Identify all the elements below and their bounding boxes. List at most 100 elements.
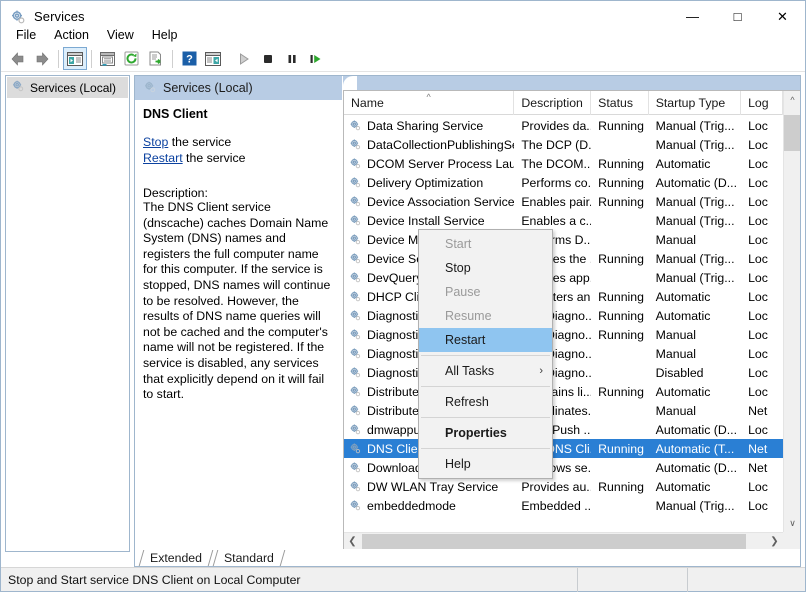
service-name: Device Association Service <box>367 194 515 209</box>
cell-status: Running <box>598 156 644 171</box>
table-row[interactable]: DNS ClientThe DNS Cli...RunningAutomatic… <box>344 439 783 458</box>
table-row[interactable]: DevQuery Background Dis...Enables app...… <box>344 268 783 287</box>
column-header-log[interactable]: Log <box>741 91 784 115</box>
table-row[interactable]: Diagnostic System HostThe Diagno...Manua… <box>344 344 783 363</box>
scroll-right-button[interactable]: ❯ <box>766 533 783 549</box>
table-row[interactable]: Data Sharing Service Provides da... Runnin… <box>344 116 783 135</box>
service-gear-icon <box>349 214 362 227</box>
horizontal-scrollbar[interactable]: ❮ ❯ <box>344 532 783 549</box>
table-row[interactable]: Device Management Enro...Performs D...Ma… <box>344 230 783 249</box>
cell-startup: Automatic <box>655 289 711 304</box>
vertical-scrollbar[interactable]: ^ ∨ <box>783 91 800 532</box>
service-name: Device Install Service <box>367 213 485 228</box>
context-menu-item-stop[interactable]: Stop <box>419 256 552 280</box>
table-row[interactable]: DW WLAN Tray Service Provides au... Runnin… <box>344 477 783 496</box>
table-row[interactable]: Distributed Transaction C...Coordinates.… <box>344 401 783 420</box>
context-menu-item-refresh[interactable]: Refresh <box>419 390 552 414</box>
cell-logon: Loc <box>748 232 768 247</box>
selected-service-name: DNS Client <box>143 107 208 121</box>
cell-logon: Loc <box>748 327 768 342</box>
table-row[interactable]: Downloaded Maps ManagerWindows se...Auto… <box>344 458 783 477</box>
context-menu-item-all-tasks[interactable]: All Tasks › <box>419 359 552 383</box>
table-row[interactable]: Diagnostic Service HostThe Diagno...Runn… <box>344 325 783 344</box>
scroll-down-button[interactable]: ∨ <box>784 515 800 532</box>
table-row[interactable]: Device Install Service Enables a c... Manu… <box>344 211 783 230</box>
scroll-left-button[interactable]: ❮ <box>344 533 361 549</box>
cell-startup: Automatic <box>655 479 711 494</box>
context-menu-item-restart[interactable]: Restart <box>419 328 552 352</box>
show-hide-console-tree-button[interactable] <box>63 47 87 70</box>
cell-status: Running <box>598 441 644 456</box>
cell-startup: Manual (Trig... <box>655 498 735 513</box>
table-row[interactable]: DataCollectionPublishingSe... The DCP (D.… <box>344 135 783 154</box>
table-row[interactable]: Diagnostic Execution Ser...The Diagno...… <box>344 363 783 382</box>
column-header-name[interactable]: Name ^ <box>344 91 515 115</box>
export-list-button[interactable] <box>144 47 168 70</box>
services-gear-icon <box>11 79 25 96</box>
stop-service-link[interactable]: Stop <box>143 135 168 149</box>
column-header-description[interactable]: Description <box>514 91 592 115</box>
table-row[interactable]: Device Association Service Enables pair..… <box>344 192 783 211</box>
cell-status: Running <box>598 251 644 266</box>
show-action-pane-button[interactable] <box>201 47 225 70</box>
toolbar: ? <box>1 46 805 72</box>
menu-view[interactable]: View <box>98 25 143 45</box>
table-row[interactable]: Distributed Link Tracking ...Maintains l… <box>344 382 783 401</box>
table-row[interactable]: DHCP ClientRegisters an...RunningAutomat… <box>344 287 783 306</box>
context-menu-item-properties[interactable]: Properties <box>419 421 552 445</box>
tree-item-services-local[interactable]: Services (Local) <box>7 77 128 98</box>
properties-button[interactable] <box>96 47 120 70</box>
restart-service-link[interactable]: Restart <box>143 151 183 165</box>
service-gear-icon <box>349 499 362 512</box>
table-row[interactable]: Diagnostic Policy ServiceThe Diagno...Ru… <box>344 306 783 325</box>
scroll-up-button[interactable]: ^ <box>784 91 800 108</box>
cell-logon: Loc <box>748 251 768 266</box>
context-menu-item-label: Refresh <box>445 395 489 409</box>
menu-file[interactable]: File <box>7 25 45 45</box>
table-row[interactable]: Device Setup ManagerEnables the ...Runni… <box>344 249 783 268</box>
context-menu-item-start: Start <box>419 232 552 256</box>
services-listview: Name ^ Description Status Startup Type Log Da… <box>343 90 800 549</box>
stop-service-button[interactable] <box>256 47 280 70</box>
services-gear-icon <box>143 80 157 97</box>
back-button[interactable] <box>6 47 30 70</box>
cell-status: Running <box>598 479 644 494</box>
service-gear-icon <box>349 233 362 246</box>
context-menu-item-help[interactable]: Help <box>419 452 552 476</box>
table-row[interactable]: embeddedmode Embedded ... Manual (Trig... L… <box>344 496 783 515</box>
cell-startup: Automatic (D... <box>655 460 737 475</box>
cell-logon: Loc <box>748 346 768 361</box>
service-name: DCOM Server Process Laun... <box>367 156 515 171</box>
service-gear-icon <box>349 480 362 493</box>
pause-service-button[interactable] <box>280 47 304 70</box>
help-button[interactable]: ? <box>177 47 201 70</box>
column-header-startup-type[interactable]: Startup Type <box>649 91 742 115</box>
menu-bar: File Action View Help <box>1 24 805 46</box>
horizontal-scroll-thumb[interactable] <box>362 534 746 549</box>
start-service-button[interactable] <box>232 47 256 70</box>
tab-extended[interactable]: Extended <box>139 549 213 566</box>
table-row[interactable]: Delivery Optimization Performs co... Runni… <box>344 173 783 192</box>
service-gear-icon <box>349 252 362 265</box>
vertical-scroll-thumb[interactable] <box>784 115 800 151</box>
context-menu-item-label: Stop <box>445 261 471 275</box>
cell-startup: Manual (Trig... <box>655 251 735 266</box>
column-header-status[interactable]: Status <box>591 91 649 115</box>
column-header-label: Startup Type <box>655 96 726 110</box>
menu-help[interactable]: Help <box>143 25 187 45</box>
cell-status: Running <box>598 175 644 190</box>
service-name: embeddedmode <box>367 498 456 513</box>
forward-button[interactable] <box>30 47 54 70</box>
status-bar-cell-2 <box>687 567 805 592</box>
restart-service-button[interactable] <box>304 47 328 70</box>
table-row[interactable]: dmwappushserviceWAP Push ...Automatic (D… <box>344 420 783 439</box>
cell-name: DW WLAN Tray Service <box>344 480 514 494</box>
table-row[interactable]: DCOM Server Process Laun... The DCOM... Ru… <box>344 154 783 173</box>
menu-action[interactable]: Action <box>45 25 98 45</box>
cell-logon: Loc <box>748 118 768 133</box>
column-header-label: Description <box>521 96 583 110</box>
refresh-button[interactable] <box>120 47 144 70</box>
cell-status: Running <box>598 289 644 304</box>
tab-standard[interactable]: Standard <box>213 549 285 566</box>
cell-logon: Loc <box>748 156 768 171</box>
